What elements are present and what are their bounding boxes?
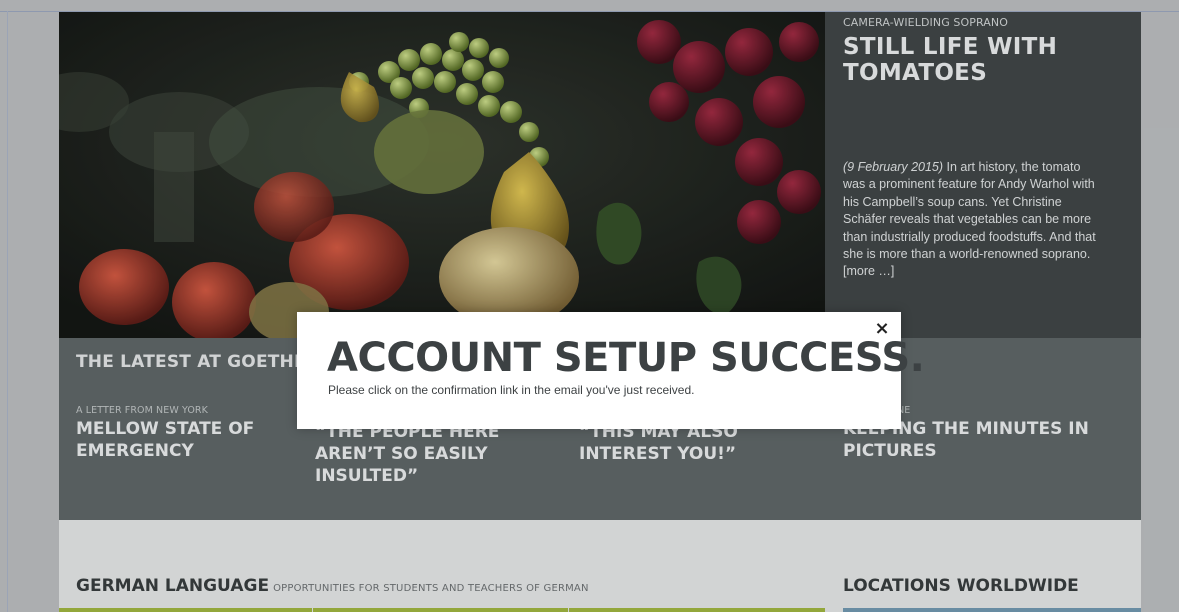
hero-article-panel: CAMERA-WIELDING SOPRANO STILL LIFE WITH … [825, 12, 1141, 338]
locations-heading: LOCATIONS WORLDWIDE [843, 576, 1079, 596]
hero-image-still-life[interactable] [59, 12, 825, 338]
teaser-title[interactable]: MELLOW STATE OF EMERGENCY [76, 418, 306, 462]
latest-heading: THE LATEST AT GOETHEP [76, 352, 317, 372]
hero-more-link[interactable]: [more …] [843, 264, 894, 278]
teaser-2[interactable]: “THE PEOPLE HERE AREN’T SO EASILY INSULT… [315, 419, 545, 487]
hero-title-link[interactable]: STILL LIFE WITH TOMATOES [843, 34, 1123, 86]
account-setup-modal: × ACCOUNT SETUP SUCCESS. Please click on… [297, 312, 925, 429]
hero-body: In art history, the tomato was a promine… [843, 160, 1096, 262]
german-language-section: GERMAN LANGUAGE OPPORTUNITIES FOR STUDENT… [59, 520, 1141, 612]
german-language-heading: GERMAN LANGUAGE OPPORTUNITIES FOR STUDENT… [76, 576, 589, 596]
hero-teaser-text: (9 February 2015) In art history, the to… [843, 159, 1105, 281]
hero-kicker: CAMERA-WIELDING SOPRANO [843, 16, 1008, 29]
latest-heading-text: THE LATEST AT GOETHE [76, 352, 306, 372]
modal-message: Please click on the confirmation link in… [328, 383, 695, 397]
modal-title: ACCOUNT SETUP SUCCESS. [327, 335, 925, 381]
german-heading-sub: OPPORTUNITIES FOR STUDENTS AND TEACHERS … [273, 583, 589, 594]
german-accent-bar [59, 608, 825, 612]
hero-date: (9 February 2015) [843, 160, 944, 174]
window-left-border [7, 11, 8, 612]
teaser-1[interactable]: A LETTER FROM NEW YORK MELLOW STATE OF E… [76, 405, 306, 462]
locations-map-preview[interactable] [843, 608, 1141, 612]
teaser-title[interactable]: “THE PEOPLE HERE AREN’T SO EASILY INSULT… [315, 421, 545, 487]
teaser-kicker: A LETTER FROM NEW YORK [76, 405, 208, 416]
german-heading-text: GERMAN LANGUAGE [76, 576, 270, 596]
